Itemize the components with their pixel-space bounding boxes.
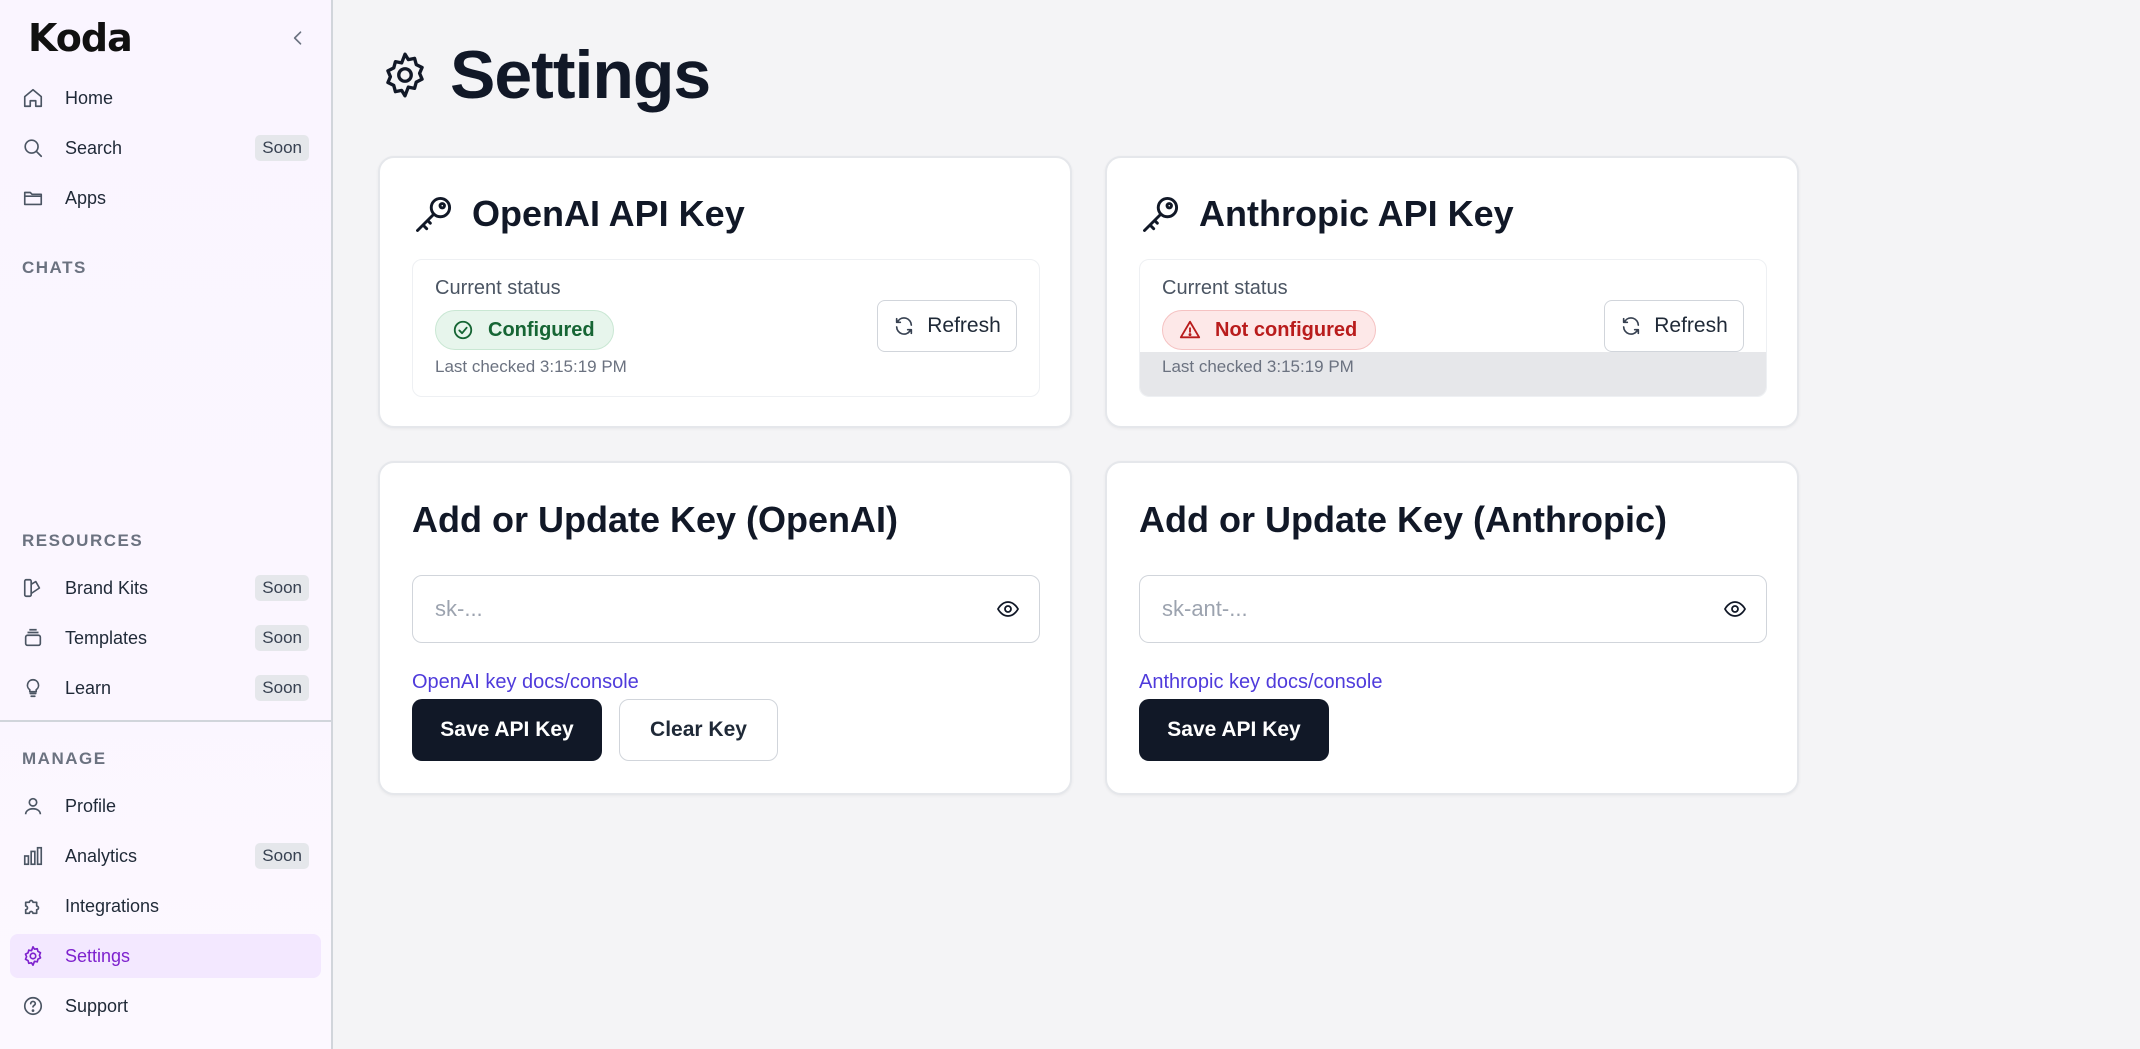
save-api-key-button[interactable]: Save API Key — [1139, 699, 1329, 761]
resources-section-label: RESOURCES — [22, 531, 144, 550]
sidebar-item-apps[interactable]: Apps — [10, 176, 321, 220]
sidebar-item-home[interactable]: Home — [10, 76, 321, 120]
openai-docs-link[interactable]: OpenAI key docs/console — [412, 671, 639, 694]
manage-section-label: MANAGE — [22, 749, 107, 768]
eye-icon[interactable] — [994, 597, 1022, 621]
search-icon — [21, 136, 45, 160]
gear-icon — [21, 944, 45, 968]
sidebar-item-label: Home — [65, 87, 114, 108]
check-circle-icon — [452, 319, 474, 341]
sidebar-item-brand-kits[interactable]: Brand Kits Soon — [10, 566, 321, 610]
save-api-key-button[interactable]: Save API Key — [412, 699, 602, 761]
refresh-button[interactable]: Refresh — [877, 300, 1017, 352]
sidebar-item-search[interactable]: Search Soon — [10, 126, 321, 170]
puzzle-icon — [21, 894, 45, 918]
anthropic-status-box: Current status Not configured Last check… — [1139, 259, 1767, 397]
sidebar-item-templates[interactable]: Templates Soon — [10, 616, 321, 660]
sidebar-item-label: Learn — [65, 677, 112, 698]
sidebar-item-integrations[interactable]: Integrations — [10, 884, 321, 928]
chats-section-label: CHATS — [22, 258, 87, 277]
openai-card-title: OpenAI API Key — [472, 193, 745, 234]
status-badge-text: Not configured — [1215, 318, 1358, 341]
sidebar-item-profile[interactable]: Profile — [10, 784, 321, 828]
sidebar-item-label: Support — [65, 995, 129, 1016]
anthropic-update-card: Add or Update Key (Anthropic) Anthropic … — [1105, 461, 1799, 795]
status-badge-text: Configured — [488, 318, 595, 341]
refresh-button[interactable]: Refresh — [1604, 300, 1744, 352]
chevron-left-icon — [293, 31, 302, 45]
current-status-label: Current status — [435, 277, 561, 299]
status-badge: Not configured — [1162, 310, 1377, 350]
collapse-sidebar-button[interactable] — [288, 26, 308, 50]
status-badge: Configured — [435, 310, 614, 350]
soon-badge: Soon — [255, 625, 309, 651]
folder-icon — [21, 186, 45, 210]
openai-key-input[interactable] — [412, 575, 1040, 643]
anthropic-docs-link[interactable]: Anthropic key docs/console — [1139, 671, 1382, 694]
openai-update-card: Add or Update Key (OpenAI) OpenAI key do… — [378, 461, 1072, 795]
home-icon — [21, 86, 45, 110]
sidebar-item-label: Brand Kits — [65, 577, 149, 598]
openai-card-header: OpenAI API Key — [412, 192, 745, 236]
sidebar-item-label: Integrations — [65, 895, 160, 916]
openai-status-box: Current status Configured Last checked 3… — [412, 259, 1040, 397]
page-title: Settings — [450, 37, 711, 113]
sidebar-item-settings[interactable]: Settings — [10, 934, 321, 978]
last-checked: Last checked 3:15:19 PM — [1162, 357, 1354, 376]
key-icon — [412, 192, 456, 236]
refresh-label: Refresh — [927, 314, 1001, 337]
sidebar-item-analytics[interactable]: Analytics Soon — [10, 834, 321, 878]
last-checked: Last checked 3:15:19 PM — [435, 357, 627, 376]
sidebar-item-label: Templates — [65, 627, 148, 648]
user-icon — [21, 794, 45, 818]
eye-icon[interactable] — [1721, 597, 1749, 621]
refresh-label: Refresh — [1654, 314, 1728, 337]
palette-icon — [21, 576, 45, 600]
anthropic-card-header: Anthropic API Key — [1139, 192, 1514, 236]
anthropic-update-title: Add or Update Key (Anthropic) — [1139, 499, 1667, 540]
sidebar-item-label: Apps — [65, 187, 107, 208]
sidebar-item-learn[interactable]: Learn Soon — [10, 666, 321, 710]
sidebar-item-label: Search — [65, 137, 123, 158]
help-circle-icon — [21, 994, 45, 1018]
sidebar: Koda Home Search Soon Apps CHATS RESOURC… — [0, 0, 333, 1049]
key-icon — [1139, 192, 1183, 236]
sidebar-item-support[interactable]: Support — [10, 984, 321, 1028]
refresh-icon — [893, 315, 915, 337]
sidebar-item-label: Analytics — [65, 845, 138, 866]
openai-status-card: OpenAI API Key Current status Configured… — [378, 156, 1072, 428]
sidebar-item-label: Profile — [65, 795, 117, 816]
gear-icon — [380, 50, 430, 100]
refresh-icon — [1620, 315, 1642, 337]
soon-badge: Soon — [255, 675, 309, 701]
layers-icon — [21, 626, 45, 650]
anthropic-key-input[interactable] — [1139, 575, 1767, 643]
page-header: Settings — [380, 36, 711, 114]
sidebar-divider — [0, 720, 331, 722]
lightbulb-icon — [21, 676, 45, 700]
anthropic-card-title: Anthropic API Key — [1199, 193, 1514, 234]
sidebar-item-label: Settings — [65, 945, 131, 966]
bar-chart-icon — [21, 844, 45, 868]
soon-badge: Soon — [255, 575, 309, 601]
warning-triangle-icon — [1179, 319, 1201, 341]
app-logo[interactable]: Koda — [28, 16, 133, 60]
clear-key-button[interactable]: Clear Key — [619, 699, 778, 761]
soon-badge: Soon — [255, 135, 309, 161]
openai-update-title: Add or Update Key (OpenAI) — [412, 499, 899, 540]
current-status-label: Current status — [1162, 277, 1288, 299]
anthropic-status-card: Anthropic API Key Current status Not con… — [1105, 156, 1799, 428]
soon-badge: Soon — [255, 843, 309, 869]
